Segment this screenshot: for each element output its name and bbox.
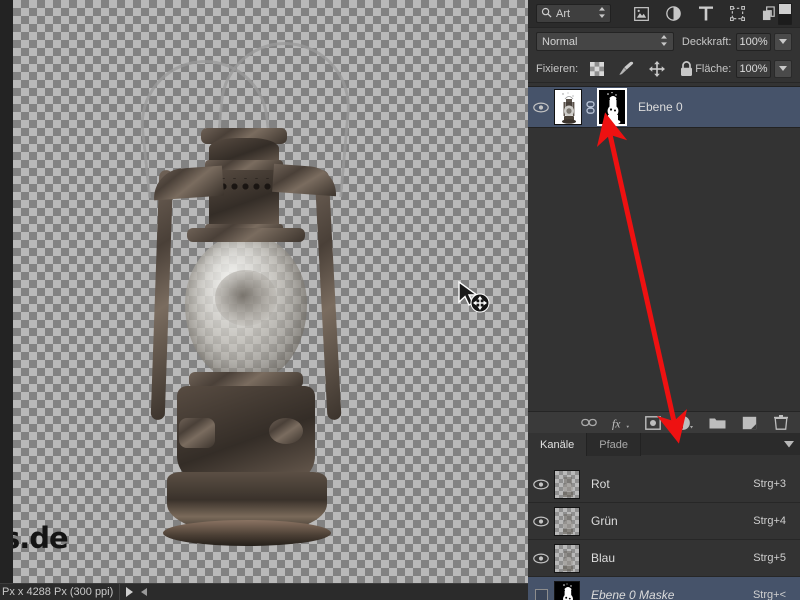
layer-mask-link-icon[interactable] xyxy=(582,100,598,114)
smartobject-filter-icon[interactable] xyxy=(761,5,778,22)
photoshop-window: s.de Px x 4288 Px (300 ppi) xyxy=(0,0,800,600)
eye-icon xyxy=(533,101,549,113)
filter-kind-select[interactable]: Art xyxy=(536,4,612,23)
layers-panel: Art Normal Deckkraft: 100% Fixieren: Flä… xyxy=(528,0,800,433)
channel-row-partial-composite[interactable] xyxy=(528,456,800,466)
lantern-frame-left xyxy=(150,169,174,421)
channel-visibility-toggle[interactable] xyxy=(528,588,554,600)
channel-shortcut-label: Strg+4 xyxy=(753,515,786,527)
list-item[interactable]: Rot Strg+3 xyxy=(528,466,800,503)
channel-name-label: Rot xyxy=(591,477,610,491)
channel-visibility-toggle[interactable] xyxy=(528,552,554,564)
layer-name-label[interactable]: Ebene 0 xyxy=(638,100,683,114)
channels-tab-bar: Kanäle Pfade xyxy=(528,433,800,456)
layer-list[interactable]: Ebene 0 xyxy=(528,86,800,411)
list-item[interactable]: Ebene 0 Maske Strg+< xyxy=(528,577,800,600)
eye-icon xyxy=(533,552,549,564)
channel-thumbnail[interactable] xyxy=(554,469,580,499)
lock-image-icon[interactable] xyxy=(618,60,635,77)
channel-visibility-checkbox[interactable] xyxy=(534,588,548,600)
type-filter-icon[interactable] xyxy=(697,5,714,22)
add-layer-mask-button[interactable] xyxy=(644,414,662,432)
shape-filter-icon[interactable] xyxy=(729,5,746,22)
opacity-input[interactable]: 100% xyxy=(736,32,771,51)
eye-icon xyxy=(533,478,549,490)
channel-name-label: Ebene 0 Maske xyxy=(591,588,675,600)
filter-kind-label: Art xyxy=(556,7,571,20)
lock-icon-group xyxy=(588,60,695,77)
layer-visibility-toggle[interactable] xyxy=(528,101,554,113)
fill-label: Fläche: xyxy=(695,62,732,75)
lock-row: Fixieren: Fläche: 100% xyxy=(528,55,800,83)
channel-mask-thumbnail[interactable] xyxy=(554,580,580,600)
new-layer-button[interactable] xyxy=(740,414,758,432)
channel-shortcut-label: Strg+5 xyxy=(753,552,786,564)
filter-toggle-switch[interactable] xyxy=(778,2,792,25)
table-row[interactable]: Ebene 0 xyxy=(528,86,800,128)
status-divider xyxy=(119,583,121,600)
adjustment-filter-icon[interactable] xyxy=(665,5,682,22)
blend-mode-value: Normal xyxy=(542,35,578,48)
fill-input[interactable]: 100% xyxy=(736,59,771,78)
opacity-dropdown-button[interactable] xyxy=(773,32,792,51)
link-layers-button[interactable] xyxy=(580,414,598,432)
channel-shortcut-label: Strg+< xyxy=(752,589,786,600)
channels-panel: Kanäle Pfade Rot Strg+3 Grün Strg+4 Blau… xyxy=(528,433,800,600)
channel-shortcut-label: Strg+3 xyxy=(753,478,786,490)
fill-dropdown-button[interactable] xyxy=(773,59,792,78)
layer-thumbnail-lantern[interactable] xyxy=(554,89,582,125)
layer-style-button[interactable]: fx xyxy=(612,414,630,432)
channel-name-label: Grün xyxy=(591,514,618,528)
document-status-bar[interactable]: Px x 4288 Px (300 ppi) xyxy=(0,583,528,600)
updown-arrows-icon[interactable] xyxy=(598,6,606,21)
scroll-left-arrow[interactable] xyxy=(141,588,148,596)
tab-pfade[interactable]: Pfade xyxy=(587,433,642,456)
new-adjustment-layer-button[interactable] xyxy=(676,414,694,432)
search-icon xyxy=(541,7,552,21)
eye-icon xyxy=(533,515,549,527)
channel-name-label: Blau xyxy=(591,551,616,565)
layer-mask-thumbnail[interactable] xyxy=(597,88,627,126)
layer-filter-row: Art xyxy=(528,0,800,28)
lantern-wick-knob xyxy=(269,418,303,444)
blend-mode-row: Normal Deckkraft: 100% xyxy=(528,28,800,55)
canvas-left-gutter xyxy=(0,0,13,583)
layers-toolbar: fx xyxy=(528,411,800,433)
pixel-filter-icon[interactable] xyxy=(633,5,650,22)
new-group-button[interactable] xyxy=(708,414,726,432)
lock-transparency-icon[interactable] xyxy=(588,60,605,77)
lock-label: Fixieren: xyxy=(536,62,579,75)
channel-visibility-toggle[interactable] xyxy=(528,478,554,490)
transparency-checkerboard[interactable]: s.de xyxy=(13,0,528,583)
move-cursor xyxy=(457,280,491,319)
lantern-globe-top-ring xyxy=(187,228,305,242)
lantern-tank-cap xyxy=(179,418,215,448)
opacity-label: Deckkraft: xyxy=(681,35,732,48)
lock-all-icon[interactable] xyxy=(678,60,695,77)
list-item[interactable]: Blau Strg+5 xyxy=(528,540,800,577)
lantern-frame-right xyxy=(314,169,342,421)
right-dock: Art Normal Deckkraft: 100% Fixieren: Flä… xyxy=(528,0,800,600)
updown-arrows-icon[interactable] xyxy=(660,34,668,49)
lantern-image xyxy=(123,20,403,580)
filter-icon-group xyxy=(633,5,778,22)
panel-menu-icon[interactable] xyxy=(784,435,794,453)
document-size-text: Px x 4288 Px (300 ppi) xyxy=(2,586,114,598)
lantern-vent-holes xyxy=(215,178,273,190)
channel-visibility-toggle[interactable] xyxy=(528,515,554,527)
document-canvas-area[interactable]: s.de Px x 4288 Px (300 ppi) xyxy=(0,0,528,600)
lantern-base-rim xyxy=(163,520,331,546)
channel-thumbnail[interactable] xyxy=(554,543,580,573)
watermark-text: s.de xyxy=(13,521,69,555)
channels-tabbar-filler xyxy=(641,433,800,456)
blend-mode-select[interactable]: Normal xyxy=(536,32,674,51)
status-expand-arrow[interactable] xyxy=(126,587,134,597)
tab-kanaele[interactable]: Kanäle xyxy=(528,433,588,456)
svg-text:fx: fx xyxy=(612,417,621,430)
lantern-globe-smudge xyxy=(215,270,277,326)
delete-layer-button[interactable] xyxy=(772,414,790,432)
lock-position-icon[interactable] xyxy=(648,60,665,77)
channel-thumbnail[interactable] xyxy=(554,506,580,536)
list-item[interactable]: Grün Strg+4 xyxy=(528,503,800,540)
